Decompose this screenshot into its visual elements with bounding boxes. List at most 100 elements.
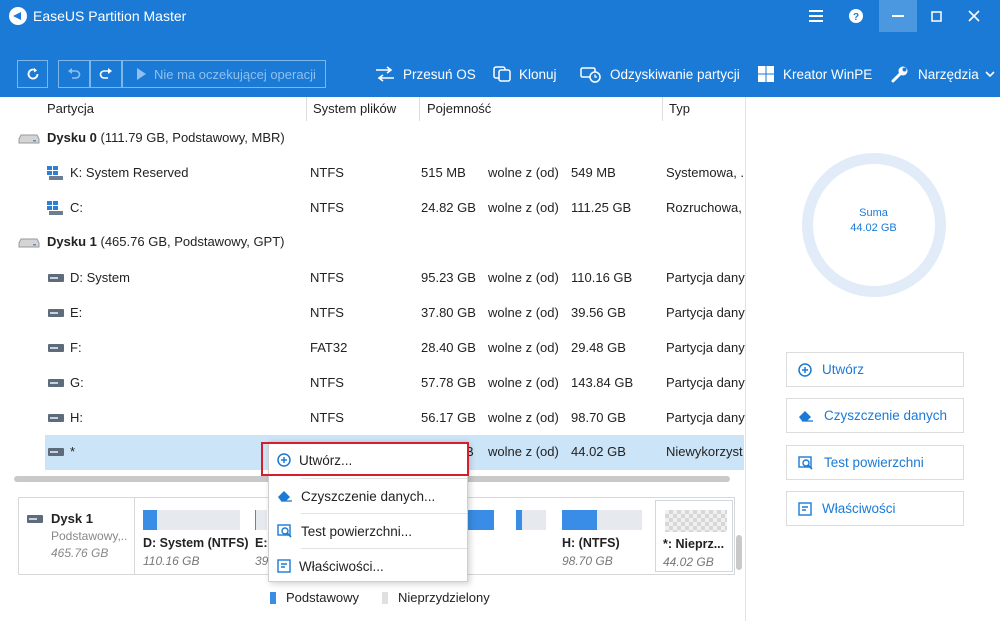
usage-fill (143, 510, 157, 530)
context-divider (301, 548, 467, 549)
partition-total: 143.84 GB (571, 375, 634, 390)
partition-block-unallocated[interactable]: *: Nieprz... 44.02 GB (655, 500, 733, 572)
refresh-button[interactable] (17, 60, 48, 88)
partition-block-h[interactable] (562, 510, 642, 530)
help-icon[interactable]: ? (837, 0, 875, 32)
partition-block-label: *: Nieprz... (663, 537, 725, 551)
partition-name: C: (70, 200, 83, 215)
partition-free: 24.82 GB (421, 200, 476, 215)
clone-label: Klonuj (519, 66, 557, 82)
usage-fill (255, 510, 256, 530)
clone-icon (493, 66, 511, 82)
properties-button[interactable]: Właściwości (786, 491, 964, 526)
partition-block-e[interactable] (255, 510, 267, 530)
context-properties-item[interactable]: Właściwości... (269, 550, 467, 582)
partition-block-d[interactable] (143, 510, 240, 530)
clone-button[interactable]: Klonuj (493, 62, 557, 86)
column-divider[interactable] (306, 97, 307, 121)
column-divider[interactable] (419, 97, 420, 121)
partition-type: Partycja dany (666, 305, 745, 320)
hard-disk-icon (27, 515, 43, 523)
partition-name: G: (70, 375, 84, 390)
partition-row[interactable]: C: NTFS 24.82 GB wolne z (od) 111.25 GB … (0, 191, 744, 226)
disk-map-scrollbar[interactable] (736, 490, 742, 578)
winpe-creator-label: Kreator WinPE (783, 66, 873, 82)
disk-map-size: 465.76 GB (51, 546, 109, 560)
partition-total: 98.70 GB (571, 410, 626, 425)
partition-row[interactable]: D: System NTFS 95.23 GB wolne z (od) 110… (0, 261, 745, 296)
minimize-button[interactable] (879, 0, 917, 32)
windows-icon (758, 66, 774, 82)
menu-icon[interactable] (797, 0, 835, 32)
chevron-down-icon (985, 70, 995, 77)
partition-name: H: (70, 410, 83, 425)
create-button[interactable]: Utwórz (786, 352, 964, 387)
partition-block-g[interactable] (516, 510, 546, 530)
undo-button[interactable] (58, 60, 90, 88)
partition-recovery-icon (580, 67, 601, 83)
partition-filesystem: NTFS (310, 165, 344, 180)
highlight-box (261, 442, 469, 476)
surface-test-button[interactable]: Test powierzchni (786, 445, 964, 480)
context-divider (301, 478, 467, 479)
pending-label: Nie ma oczekującej operacji (154, 66, 316, 82)
winpe-creator-button[interactable]: Kreator WinPE (757, 62, 872, 86)
partition-name: K: System Reserved (70, 165, 189, 180)
column-divider[interactable] (662, 97, 663, 121)
disk-header-row[interactable]: Dysku 1 (465.76 GB, Podstawowy, GPT) (0, 225, 744, 260)
context-properties-label: Właściwości... (299, 558, 384, 574)
partition-free-of: wolne z (od) (488, 165, 559, 180)
context-surface-test-item[interactable]: Test powierzchni... (269, 515, 467, 547)
partition-filesystem: NTFS (310, 305, 344, 320)
partition-filesystem: NTFS (310, 270, 344, 285)
context-wipe-data-item[interactable]: Czyszczenie danych... (269, 480, 467, 512)
tools-menu-button[interactable]: Narzędzia (890, 62, 995, 86)
disk-header-row[interactable]: Dysku 0 (111.79 GB, Podstawowy, MBR) (0, 121, 744, 156)
partition-row[interactable]: H: NTFS 56.17 GB wolne z (od) 98.70 GB P… (0, 401, 745, 436)
svg-text:?: ? (853, 12, 859, 23)
legend-primary: Podstawowy (270, 590, 359, 605)
partition-row[interactable]: K: System Reserved NTFS 515 MB wolne z (… (0, 156, 744, 191)
surface-test-icon (798, 455, 813, 470)
partition-block-size: 44.02 GB (663, 555, 714, 569)
partition-row[interactable]: G: NTFS 57.78 GB wolne z (od) 143.84 GB … (0, 366, 745, 401)
partition-name: D: System (70, 270, 130, 285)
properties-icon (798, 501, 812, 516)
redo-button[interactable] (90, 60, 122, 88)
usage-fill (516, 510, 522, 530)
wipe-data-button[interactable]: Czyszczenie danych (786, 398, 964, 433)
migrate-os-button[interactable]: Przesuń OS (375, 62, 476, 86)
hard-disk-icon (18, 134, 40, 144)
partition-block-f[interactable] (468, 510, 494, 530)
legend-label: Nieprzydzielony (398, 590, 490, 605)
partition-row[interactable]: E: NTFS 37.80 GB wolne z (od) 39.56 GB P… (0, 296, 745, 331)
partition-recovery-button[interactable]: Odzyskiwanie partycji (580, 62, 740, 86)
properties-label: Właściwości (822, 501, 896, 516)
minimize-icon (892, 15, 904, 17)
partition-block-size: 39 (255, 554, 269, 568)
disk-map-info[interactable]: Dysk 1 Podstawowy,.. 465.76 GB (19, 498, 135, 574)
partition-type: Systemowa, . (666, 165, 745, 180)
drive-icon (48, 448, 64, 456)
partition-type: Partycja dany (666, 375, 745, 390)
close-button[interactable] (955, 0, 993, 32)
summary-label: Suma (859, 207, 888, 219)
pending-operations-button[interactable]: Nie ma oczekującej operacji (122, 60, 326, 88)
context-wipe-data-label: Czyszczenie danych... (301, 488, 436, 504)
scrollbar-thumb[interactable] (736, 535, 742, 570)
partition-name: F: (70, 340, 82, 355)
app-logo-icon (9, 7, 27, 25)
drive-icon (48, 379, 64, 387)
partition-free: 57.78 GB (421, 375, 476, 390)
partition-free-of: wolne z (od) (488, 410, 559, 425)
wipe-data-label: Czyszczenie danych (824, 408, 948, 423)
eraser-icon (278, 491, 292, 502)
partition-row[interactable]: F: FAT32 28.40 GB wolne z (od) 29.48 GB … (0, 331, 745, 366)
partition-free: 28.40 GB (421, 340, 476, 355)
wrench-icon (891, 66, 908, 83)
maximize-button[interactable] (917, 0, 955, 32)
drive-icon (48, 274, 64, 282)
legend-unallocated: Nieprzydzielony (382, 590, 490, 605)
disk-detail: (111.79 GB, Podstawowy, MBR) (100, 130, 285, 145)
disk-map-type: Podstawowy,.. (51, 529, 128, 543)
